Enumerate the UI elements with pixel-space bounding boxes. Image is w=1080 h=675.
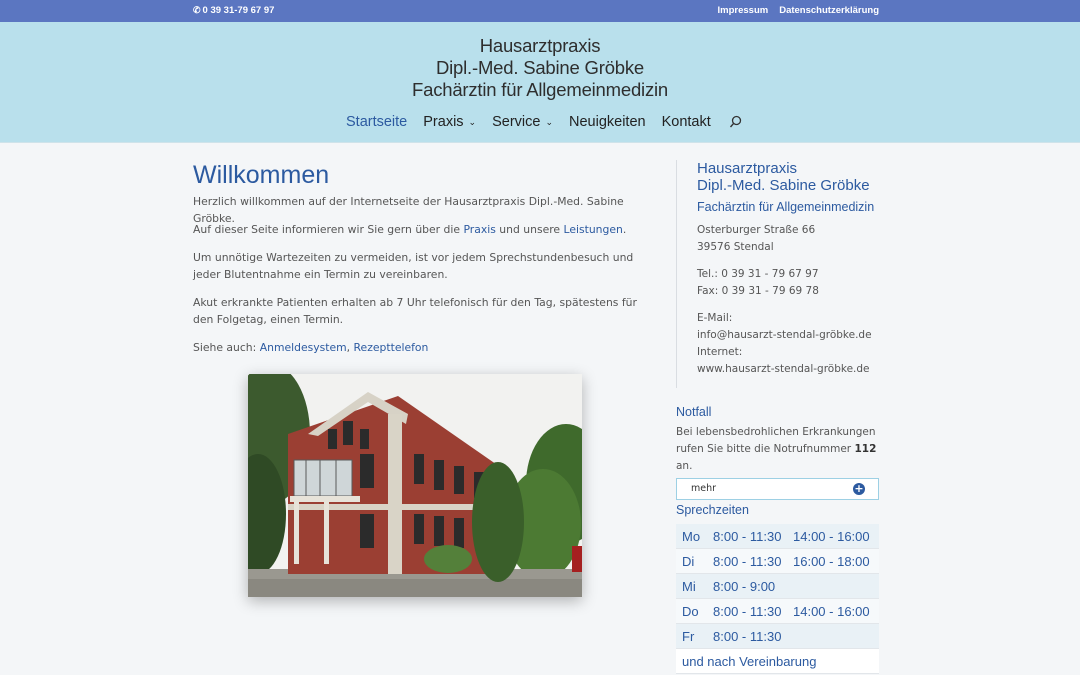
site-header: Hausarztpraxis Dipl.-Med. Sabine Gröbke … [0,22,1080,143]
nav-item-praxis[interactable]: Praxis ⌄ [423,114,476,130]
morning-cell: 8:00 - 11:30 [713,524,793,549]
practice-building-photo [248,374,582,597]
appointment-paragraph: Um unnötige Wartezeiten zu vermeiden, is… [193,251,634,281]
sidebar-contact: Hausarztpraxis Dipl.-Med. Sabine Gröbke … [697,160,897,378]
email-address[interactable]: info@hausarzt-stendal-gröbke.de [697,327,897,344]
day-cell: Fr [676,623,713,649]
more-label: mehr [691,483,717,494]
sidebar-divider [676,160,677,388]
topbar-phone-number[interactable]: 0 39 31-79 67 97 [203,5,275,16]
phone-icon: ✆ [193,5,201,15]
telephone[interactable]: Tel.: 0 39 31 - 79 67 97 [697,266,897,283]
text: an. [676,460,693,472]
afternoon-cell: 14:00 - 16:00 [793,598,879,624]
nav-label: Startseite [346,114,408,130]
see-also-paragraph: Siehe auch: Anmeldesystem, Rezepttelefon [193,339,428,356]
emergency-number: 112 [854,443,877,455]
table-row: und nach Vereinbarung [676,648,879,674]
table-row: Di 8:00 - 11:30 16:00 - 18:00 [676,548,879,574]
impressum-link[interactable]: Impressum [718,5,769,16]
table-row: Mi 8:00 - 9:00 [676,573,879,599]
nav-label: Kontakt [661,114,711,130]
table-row: Do 8:00 - 11:30 14:00 - 16:00 [676,598,879,624]
anmeldesystem-link[interactable]: Anmeldesystem [260,341,347,354]
website-address[interactable]: www.hausarzt-stendal-gröbke.de [697,361,897,378]
afternoon-cell [793,573,879,599]
afternoon-cell: 14:00 - 16:00 [793,524,879,549]
top-bar: ✆ 0 39 31-79 67 97 Impressum Datenschutz… [0,0,1080,22]
nav-item-neuigkeiten[interactable]: Neuigkeiten [569,114,646,130]
info-paragraph: Auf dieser Seite informieren wir Sie ger… [193,221,626,238]
praxis-link[interactable]: Praxis [463,223,495,236]
text: Auf dieser Seite informieren wir Sie ger… [193,223,464,236]
table-row: Mo 8:00 - 11:30 14:00 - 16:00 [676,524,879,549]
hours-table: Mo 8:00 - 11:30 14:00 - 16:00 Di 8:00 - … [676,524,879,674]
sprechzeiten-heading: Sprechzeiten [676,503,749,517]
morning-cell: 8:00 - 11:30 [713,623,793,649]
notfall-heading: Notfall [676,405,712,419]
site-logo[interactable]: Hausarztpraxis Dipl.-Med. Sabine Gröbke … [0,35,1080,101]
leistungen-link[interactable]: Leistungen [564,223,623,236]
day-cell: Do [676,598,713,624]
main-nav: Startseite Praxis ⌄ Service ⌄ Neuigkeite… [346,114,743,130]
fax: Fax: 0 39 31 - 79 69 78 [697,285,819,297]
hours-footer: und nach Vereinbarung [676,648,879,674]
table-row: Fr 8:00 - 11:30 [676,623,879,649]
day-cell: Mo [676,524,713,549]
datenschutz-link[interactable]: Datenschutzerklärung [779,5,879,16]
sidebar-subtitle: Fachärztin für Allgemeinmedizin [697,200,875,214]
day-cell: Di [676,548,713,574]
acute-paragraph: Akut erkrankte Patienten erhalten ab 7 U… [193,296,637,326]
nav-label: Service [492,114,541,130]
email-label: E-Mail: [697,312,733,324]
text: Bei lebensbedrohlichen Erkrankungen rufe… [676,426,876,455]
notfall-text: Bei lebensbedrohlichen Erkrankungen rufe… [676,424,879,475]
logo-line-3: Fachärztin für Allgemeinmedizin [412,79,668,100]
afternoon-cell [793,623,879,649]
address-block: Osterburger Straße 66 39576 Stendal Tel.… [697,222,897,378]
nav-label: Neuigkeiten [569,114,646,130]
afternoon-cell: 16:00 - 18:00 [793,548,879,574]
nav-item-kontakt[interactable]: Kontakt [662,114,711,130]
topbar-phone[interactable]: ✆ 0 39 31-79 67 97 [193,5,274,16]
nav-label: Praxis [423,114,464,130]
text: Siehe auch: [193,341,260,354]
text: . [622,223,627,236]
internet-label: Internet: [697,346,743,358]
morning-cell: 8:00 - 9:00 [713,573,793,599]
text: , [346,341,354,354]
logo-line-2: Dipl.-Med. Sabine Gröbke [435,57,645,78]
notfall-widget: Notfall Bei lebensbedrohlichen Erkrankun… [676,405,879,500]
morning-cell: 8:00 - 11:30 [713,598,793,624]
chevron-down-icon: ⌄ [468,117,477,127]
logo-line-1: Hausarztpraxis [479,35,601,56]
more-toggle[interactable]: mehr + [676,478,879,500]
rezepttelefon-link[interactable]: Rezepttelefon [354,341,429,354]
plus-circle-icon[interactable]: + [853,483,865,495]
day-cell: Mi [676,573,713,599]
sidebar-title-2: Dipl.-Med. Sabine Gröbke [697,177,870,194]
text: und unsere [495,223,564,236]
nav-item-service[interactable]: Service ⌄ [492,114,553,130]
city: 39576 Stendal [697,241,774,253]
morning-cell: 8:00 - 11:30 [713,548,793,574]
main-content: Willkommen Herzlich willkommen auf der I… [193,160,651,354]
topbar-links: Impressum Datenschutzerklärung [718,5,879,16]
search-icon[interactable] [729,115,743,129]
chevron-down-icon: ⌄ [545,117,553,127]
nav-item-startseite[interactable]: Startseite [346,114,407,130]
sprechzeiten-widget: Sprechzeiten Mo 8:00 - 11:30 14:00 - 16:… [676,503,879,674]
page-title: Willkommen [193,161,330,189]
sidebar-title-1: Hausarztpraxis [697,160,798,177]
street: Osterburger Straße 66 [697,224,816,236]
